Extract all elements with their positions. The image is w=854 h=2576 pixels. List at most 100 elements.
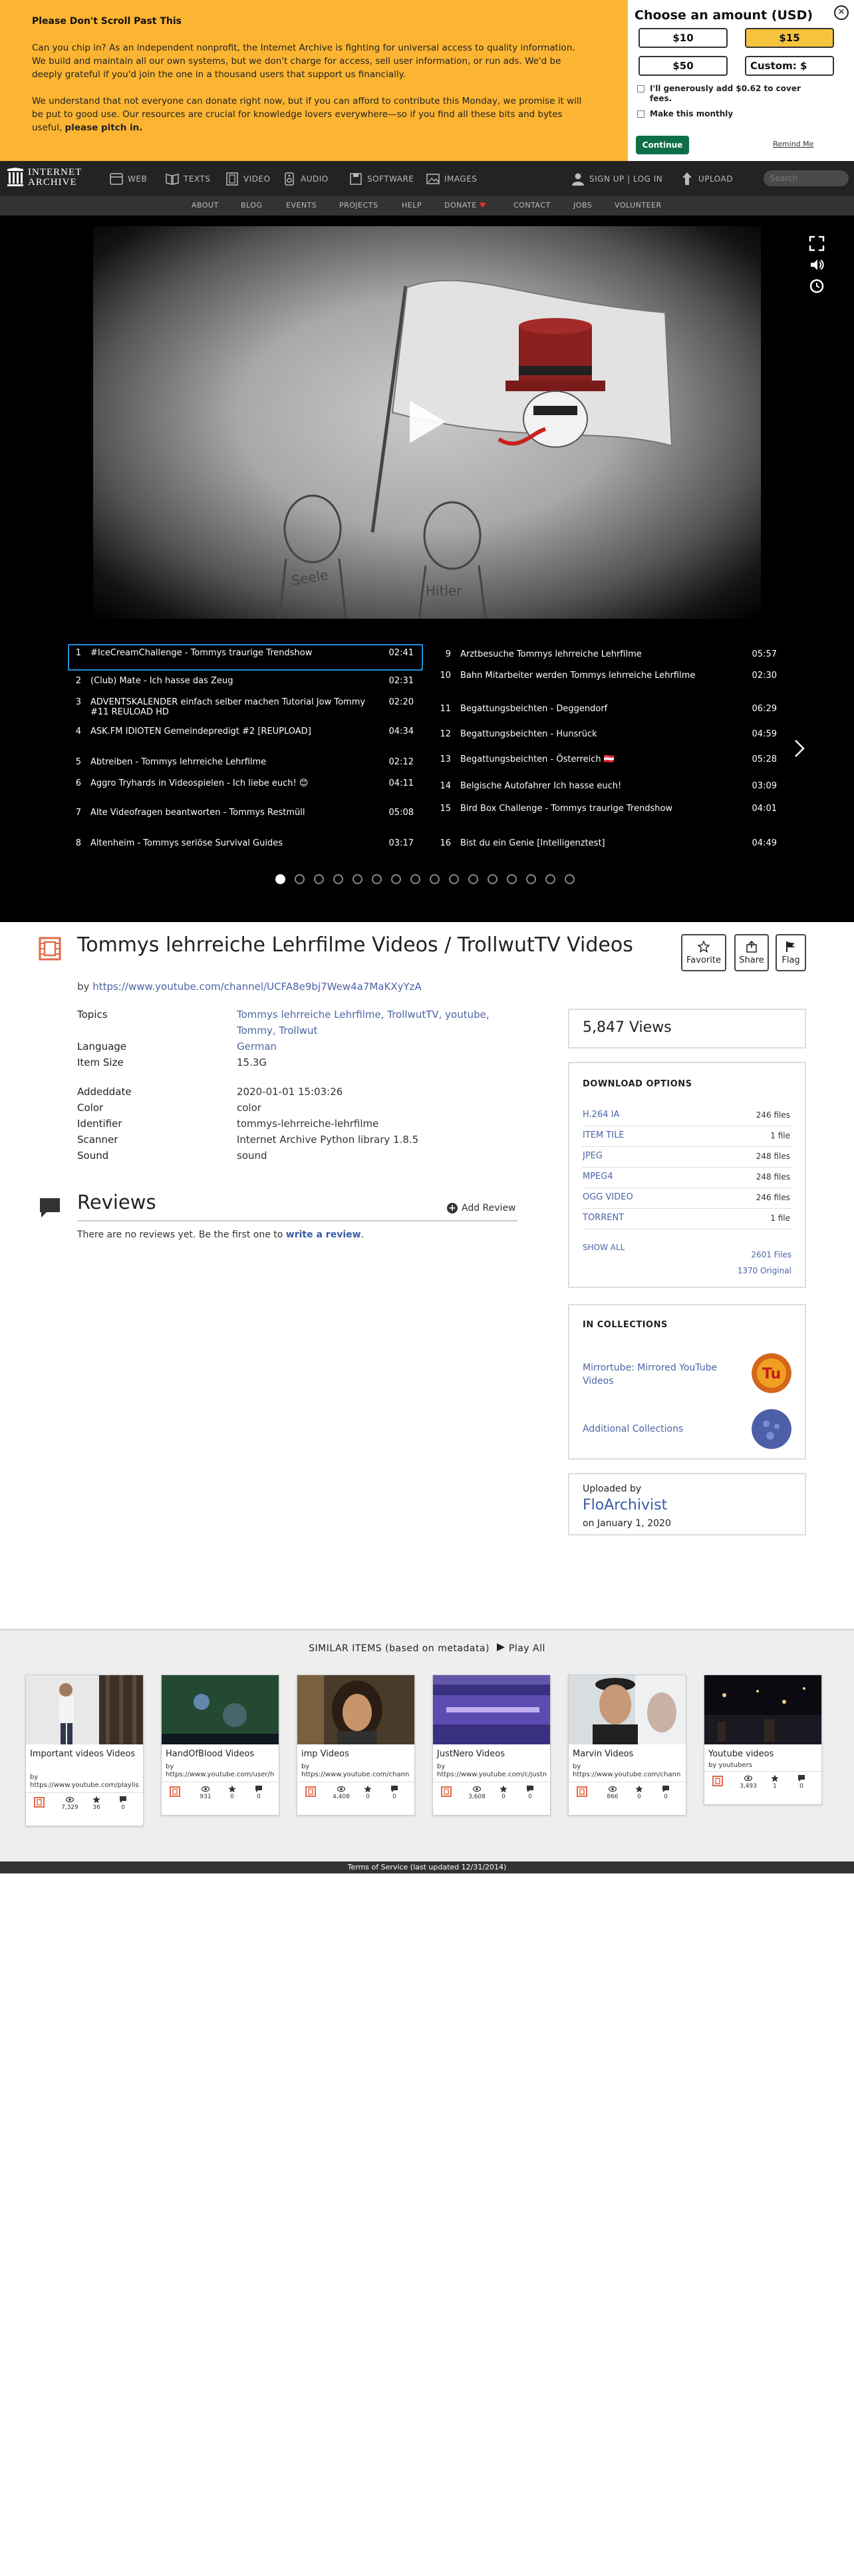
play-all-button[interactable]: Play All (493, 1643, 545, 1654)
playlist-item[interactable]: 8 Altenheim - Tommys seriöse Survival Gui… (69, 836, 422, 862)
playlist-item[interactable]: 7 Alte Videofragen beantworten - Tommys R… (69, 805, 422, 832)
playlist-item[interactable]: 16 Bist du ein Genie [Intelligenztest] 04:… (439, 836, 785, 862)
page-dot[interactable] (430, 874, 440, 884)
additional-collections-thumbnail[interactable] (752, 1409, 791, 1449)
amount-50-button[interactable]: $50 (639, 56, 728, 76)
download-row[interactable]: ITEM TILE 1 file (583, 1126, 793, 1147)
tile-title[interactable]: Important videos Videos (30, 1748, 140, 1760)
similar-item-tile[interactable]: JustNero Videos by https://www.youtube.c… (432, 1675, 551, 1816)
volume-icon[interactable] (809, 257, 825, 273)
close-banner-icon[interactable]: ✕ (834, 5, 849, 20)
playlist-item[interactable]: 6 Aggro Tryhards in Videospielen - Ich li… (69, 776, 422, 802)
terms-link[interactable]: Terms of Service (last updated 12/31/201… (348, 1863, 507, 1871)
page-dot[interactable] (488, 874, 498, 884)
tile-title[interactable]: imp Videos (301, 1748, 412, 1760)
tile-thumbnail[interactable] (569, 1675, 686, 1744)
subnav-about[interactable]: ABOUT (192, 201, 219, 210)
write-review-link[interactable]: write a review (286, 1229, 361, 1240)
playlist-item[interactable]: 1 #IceCreamChallenge - Tommys traurige Tr… (68, 644, 423, 671)
uploader-link[interactable]: FloArchivist (583, 1497, 667, 1514)
tile-thumbnail[interactable] (26, 1675, 143, 1744)
nav-software[interactable]: SOFTWARE (349, 172, 414, 186)
monthly-checkbox[interactable]: Make this monthly (637, 109, 803, 119)
amount-10-button[interactable]: $10 (639, 28, 728, 48)
custom-amount-input[interactable]: Custom: $ (745, 56, 834, 76)
tile-title[interactable]: HandOfBlood Videos (166, 1748, 276, 1760)
share-button[interactable]: Share (734, 934, 769, 971)
page-dot[interactable] (333, 874, 343, 884)
original-count-link[interactable]: 1370 Original (738, 1266, 791, 1275)
flag-button[interactable]: Flag (776, 934, 806, 971)
subnav-blog[interactable]: BLOG (241, 201, 262, 210)
tile-title[interactable]: JustNero Videos (437, 1748, 547, 1760)
playlist-item[interactable]: 3 ADVENTSKALENDER einfach selber machen T… (69, 695, 422, 721)
sign-in-link[interactable]: SIGN UP | LOG IN (571, 172, 662, 186)
creator-link[interactable]: https://www.youtube.com/channel/UCFA8e9b… (92, 981, 422, 993)
playlist-item[interactable]: 10 Bahn Mitarbeiter werden Tommys lehrrei… (439, 668, 785, 695)
collection-link-mirrortube[interactable]: Mirrortube: Mirrored YouTube Videos (583, 1361, 742, 1388)
tile-thumbnail[interactable] (433, 1675, 550, 1744)
add-review-button[interactable]: + Add Review (447, 1203, 516, 1213)
subnav-events[interactable]: EVENTS (286, 201, 317, 210)
download-row[interactable]: TORRENT 1 file (583, 1209, 793, 1229)
nav-audio[interactable]: AUDIO (282, 172, 329, 186)
page-dot[interactable] (372, 874, 382, 884)
playlist-item[interactable]: 15 Bird Box Challenge - Tommys traurige T… (439, 801, 785, 828)
page-dot[interactable] (275, 874, 285, 884)
page-dot[interactable] (410, 874, 420, 884)
subnav-projects[interactable]: PROJECTS (339, 201, 378, 210)
page-dot[interactable] (391, 874, 401, 884)
cover-fees-box[interactable] (637, 85, 644, 92)
similar-item-tile[interactable]: HandOfBlood Videos by https://www.youtub… (161, 1675, 279, 1816)
download-row[interactable]: H.264 IA 246 files (583, 1106, 793, 1126)
monthly-box[interactable] (637, 110, 644, 118)
download-row[interactable]: MPEG4 248 files (583, 1168, 793, 1188)
tile-thumbnail[interactable] (162, 1675, 279, 1744)
fullscreen-icon[interactable] (809, 236, 825, 251)
page-dot[interactable] (545, 874, 555, 884)
playlist-item[interactable]: 4 ASK.FM IDIOTEN Gemeindepredigt #2 [REUP… (69, 724, 422, 750)
nav-video[interactable]: VIDEO (225, 172, 271, 186)
playlist-item[interactable]: 13 Begattungsbeichten - Österreich 🇦🇹 05:2… (439, 752, 785, 778)
tile-thumbnail[interactable] (297, 1675, 414, 1744)
favorite-button[interactable]: Favorite (681, 934, 726, 971)
page-dot[interactable] (468, 874, 478, 884)
download-row[interactable]: JPEG 248 files (583, 1147, 793, 1168)
similar-item-tile[interactable]: Marvin Videos by https://www.youtube.com… (568, 1675, 686, 1816)
subnav-volunteer[interactable]: VOLUNTEER (615, 201, 662, 210)
nav-web[interactable]: WEB (109, 172, 147, 186)
similar-item-tile[interactable]: imp Videos by https://www.youtube.com/ch… (297, 1675, 415, 1816)
archive-logo[interactable]: INTERNET ARCHIVE (7, 168, 82, 188)
play-icon[interactable] (410, 401, 446, 443)
nav-texts[interactable]: TEXTS (165, 172, 210, 186)
similar-item-tile[interactable]: Important videos Videos by https://www.y… (25, 1675, 144, 1826)
cover-fees-checkbox[interactable]: I'll generously add $0.62 to cover fees. (637, 84, 803, 104)
amount-15-button[interactable]: $15 (745, 28, 834, 48)
search-input[interactable] (764, 170, 849, 186)
page-dot[interactable] (314, 874, 324, 884)
continue-button[interactable]: Continue (636, 136, 689, 154)
meta-topics-value-1[interactable]: Tommys lehrreiche Lehrfilme, TrollwutTV,… (237, 1009, 490, 1021)
tile-title[interactable]: Youtube videos (708, 1748, 819, 1760)
files-count-link[interactable]: 2601 Files (751, 1250, 791, 1259)
meta-language-value[interactable]: German (237, 1041, 277, 1052)
tile-title[interactable]: Marvin Videos (573, 1748, 683, 1760)
show-all-link[interactable]: SHOW ALL (583, 1243, 625, 1252)
playlist-item[interactable]: 11 Begattungsbeichten - Deggendorf 06:29 (439, 701, 785, 728)
page-dot[interactable] (507, 874, 517, 884)
upload-link[interactable]: UPLOAD (680, 172, 733, 186)
collection-link-additional[interactable]: Additional Collections (583, 1422, 742, 1436)
remind-me-link[interactable]: Remind Me (773, 140, 813, 148)
page-dot[interactable] (526, 874, 536, 884)
video-player[interactable]: Seele Hitler (93, 226, 761, 619)
mirrortube-thumbnail[interactable]: Tu (752, 1353, 791, 1393)
clock-icon[interactable] (809, 278, 825, 294)
page-dot[interactable] (295, 874, 305, 884)
similar-item-tile[interactable]: Youtube videos by youtubers 3,493 1 0 (704, 1675, 822, 1805)
nav-images[interactable]: IMAGES (426, 172, 477, 186)
subnav-contact[interactable]: CONTACT (513, 201, 551, 210)
subnav-donate[interactable]: DONATE ♥ (444, 201, 486, 210)
download-row[interactable]: OGG VIDEO 246 files (583, 1188, 793, 1209)
subnav-help[interactable]: HELP (402, 201, 422, 210)
meta-topics-value-2[interactable]: Tommy, Trollwut (237, 1025, 317, 1037)
